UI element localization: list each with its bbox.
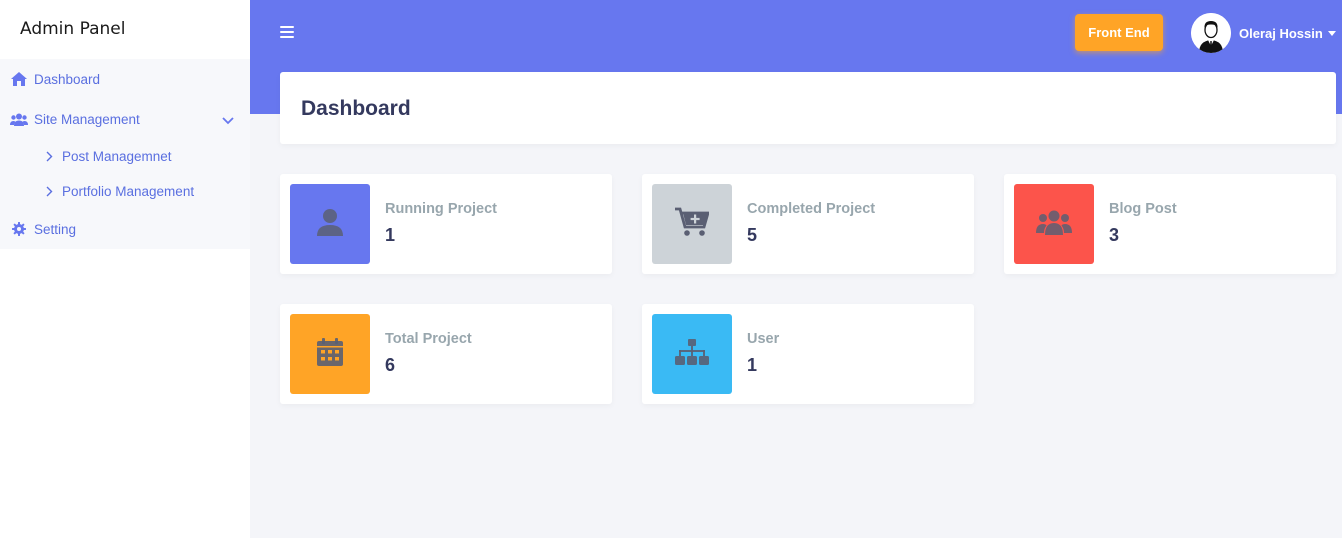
stat-icon-box <box>652 184 732 264</box>
page-header: Dashboard <box>280 72 1336 144</box>
caret-down-icon <box>1327 30 1336 36</box>
avatar <box>1191 13 1231 53</box>
chevron-right-icon <box>46 186 56 197</box>
sidebar: Admin Panel Dashboard Site Management Po… <box>0 0 250 538</box>
stat-value: 5 <box>747 225 758 245</box>
stat-card-user: User 1 <box>642 304 974 404</box>
front-end-button[interactable]: Front End <box>1075 14 1163 51</box>
stat-label: Running Project <box>385 201 497 217</box>
stat-card-completed-project: Completed Project 5 <box>642 174 974 274</box>
stat-value: 1 <box>747 355 758 375</box>
stat-card-running-project: Running Project 1 <box>280 174 612 274</box>
stat-card-total-project: Total Project 6 <box>280 304 612 404</box>
stat-value: 1 <box>385 225 396 245</box>
users-icon <box>1036 209 1072 240</box>
stat-icon-box <box>290 314 370 394</box>
sidebar-item-label: Dashboard <box>34 71 101 87</box>
sidebar-item-site-management[interactable]: Site Management <box>0 99 250 139</box>
cart-plus-icon <box>675 207 710 242</box>
gear-icon <box>10 222 28 236</box>
stat-label: Completed Project <box>747 201 876 217</box>
stat-value: 6 <box>385 355 396 375</box>
stat-label: User <box>747 331 780 347</box>
page-title: Dashboard <box>301 97 411 120</box>
calendar-icon <box>317 337 343 371</box>
brand-title[interactable]: Admin Panel <box>0 0 250 59</box>
sitemap-icon <box>675 338 709 370</box>
sidebar-subitem-portfolio-management[interactable]: Portfolio Management <box>0 174 250 209</box>
sidebar-item-dashboard[interactable]: Dashboard <box>0 59 250 99</box>
user-name: Oleraj Hossin <box>1239 25 1323 41</box>
stat-icon-box <box>652 314 732 394</box>
users-icon <box>10 112 28 126</box>
sidebar-subitem-label: Portfolio Management <box>62 184 195 199</box>
stat-icon-box <box>1014 184 1094 264</box>
sidebar-item-setting[interactable]: Setting <box>0 209 250 249</box>
stat-card-blog-post: Blog Post 3 <box>1004 174 1336 274</box>
sidebar-menu: Dashboard Site Management Post Managemne… <box>0 59 250 249</box>
home-icon <box>10 72 28 86</box>
menu-toggle-icon[interactable] <box>280 26 294 40</box>
user-menu[interactable]: Oleraj Hossin <box>1191 13 1336 53</box>
stat-label: Blog Post <box>1109 201 1177 217</box>
sidebar-subitem-label: Post Managemnet <box>62 149 172 164</box>
sidebar-subitem-post-management[interactable]: Post Managemnet <box>0 139 250 174</box>
sidebar-item-label: Setting <box>34 221 77 237</box>
stat-icon-box <box>290 184 370 264</box>
chevron-down-icon[interactable] <box>222 113 234 128</box>
sidebar-item-label: Site Management <box>34 111 140 127</box>
stat-value: 3 <box>1109 225 1120 245</box>
chevron-right-icon <box>46 151 56 162</box>
user-icon <box>317 208 343 241</box>
stat-label: Total Project <box>385 331 472 347</box>
